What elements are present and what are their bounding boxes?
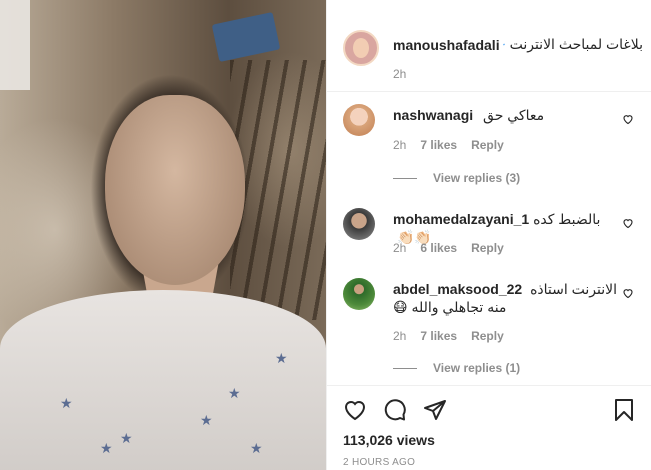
post-video[interactable]: ★ ★ ★ ★ ★ ★ ★ xyxy=(0,0,326,470)
reply-button[interactable]: Reply xyxy=(471,329,504,343)
shirt-star-icon: ★ xyxy=(250,440,263,456)
comment-like-heart-icon[interactable] xyxy=(622,217,634,229)
comment-time: 2h xyxy=(393,329,407,343)
bookmark-icon[interactable] xyxy=(612,398,636,422)
comment-likes[interactable]: 7 likes xyxy=(420,329,457,343)
view-count[interactable]: 113,026 views xyxy=(343,432,435,448)
view-replies-dash xyxy=(393,367,417,369)
comment-like-heart-icon[interactable] xyxy=(622,287,634,299)
comment-likes[interactable]: 6 likes xyxy=(420,241,457,255)
reply-button[interactable]: Reply xyxy=(471,138,504,152)
comment-likes[interactable]: 7 likes xyxy=(420,138,457,152)
shirt-star-icon: ★ xyxy=(60,395,73,411)
view-replies-label: View replies (1) xyxy=(433,361,521,375)
post-timestamp[interactable]: 2 HOURS AGO xyxy=(343,457,415,468)
commenter-avatar[interactable] xyxy=(343,208,375,240)
view-replies-dash xyxy=(393,177,417,179)
comment-like-heart-icon[interactable] xyxy=(622,113,634,125)
commenter-avatar[interactable] xyxy=(343,104,375,136)
view-replies-button[interactable]: View replies (1) xyxy=(393,361,520,375)
comment-username[interactable]: nashwanagi xyxy=(393,107,473,123)
caption-time: 2h xyxy=(393,67,407,81)
post-caption: بلاغات لمباحث الانترنت xyxy=(509,36,643,52)
heart-icon[interactable] xyxy=(343,398,367,422)
commenter-avatar[interactable] xyxy=(343,278,375,310)
reply-button[interactable]: Reply xyxy=(471,241,504,255)
person-shirt-shape xyxy=(0,290,326,470)
view-replies-label: View replies (3) xyxy=(433,171,521,185)
view-replies-button[interactable]: View replies (3) xyxy=(393,171,520,185)
comment-time: 2h xyxy=(393,241,407,255)
instagram-post: ★ ★ ★ ★ ★ ★ ★ manoushafadali بلاغات لمبا… xyxy=(0,0,651,470)
comment-meta: 2h 7 likes Reply xyxy=(393,138,504,152)
verified-badge-icon xyxy=(502,43,505,46)
shirt-star-icon: ★ xyxy=(100,440,113,456)
share-icon[interactable] xyxy=(423,398,447,422)
comment-time: 2h xyxy=(393,138,407,152)
author-username[interactable]: manoushafadali xyxy=(393,37,500,53)
caption-row: manoushafadali بلاغات لمباحث الانترنت xyxy=(393,36,643,53)
comment-meta: 2h 7 likes Reply xyxy=(393,329,504,343)
comment-username[interactable]: abdel_maksood_22 xyxy=(393,281,522,297)
comment-body: nashwanagi معاكي حق xyxy=(393,106,613,124)
comment-body: abdel_maksood_22 الانترنت استاذه منه تجا… xyxy=(393,280,633,316)
post-side-panel: manoushafadali بلاغات لمباحث الانترنت 2h… xyxy=(326,0,651,470)
comment-username[interactable]: mohamedalzayani_1 xyxy=(393,211,529,227)
comment-icon[interactable] xyxy=(383,398,407,422)
author-avatar[interactable] xyxy=(343,30,379,66)
comment-text-line2: منه تجاهلي والله 😷 xyxy=(393,299,507,315)
post-footer: 113,026 views 2 HOURS AGO xyxy=(327,385,651,470)
air-conditioner-shape xyxy=(0,0,30,90)
action-bar xyxy=(343,398,447,422)
shirt-star-icon: ★ xyxy=(275,350,288,366)
comment-text-line1: الانترنت استاذه xyxy=(530,281,617,297)
shirt-star-icon: ★ xyxy=(228,385,241,401)
person-face-shape xyxy=(105,95,245,285)
comment-text: معاكي حق xyxy=(483,107,545,123)
comment-meta: 2h 6 likes Reply xyxy=(393,241,504,255)
post-header: manoushafadali بلاغات لمباحث الانترنت 2h xyxy=(327,0,651,92)
shirt-star-icon: ★ xyxy=(200,412,213,428)
shirt-star-icon: ★ xyxy=(120,430,133,446)
